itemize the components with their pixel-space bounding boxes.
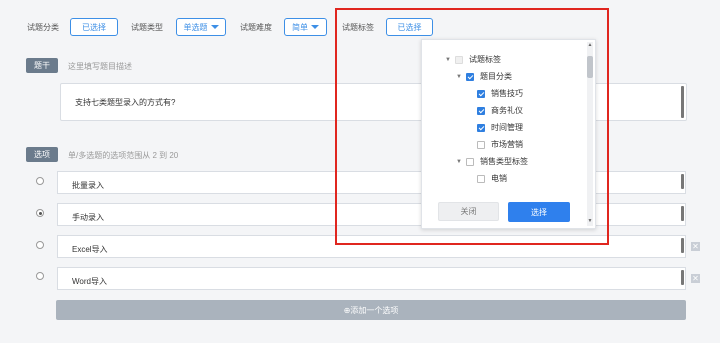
option-scrollbar-3[interactable] — [681, 238, 684, 253]
type-label: 试题类型 — [131, 23, 163, 32]
option-scrollbar-1[interactable] — [681, 174, 684, 189]
delete-option-3-icon[interactable]: ✕ — [691, 242, 700, 251]
stem-scrollbar[interactable] — [681, 86, 684, 118]
stem-content: 支持七类题型录入的方式有? — [75, 98, 176, 107]
option-text-3: Excel导入 — [72, 245, 108, 254]
options-hint: 单/多选题的选项范围从 2 到 20 — [68, 151, 179, 160]
type-dropdown[interactable]: 单选题 — [176, 18, 226, 36]
delete-option-4-icon[interactable]: ✕ — [691, 274, 700, 283]
option-text-4: Word导入 — [72, 277, 107, 286]
stem-tag: 题干 — [26, 58, 58, 73]
option-radio-4[interactable] — [36, 272, 44, 280]
stem-hint: 这里填写题目描述 — [68, 62, 132, 71]
option-radio-3[interactable] — [36, 241, 44, 249]
option-scrollbar-2[interactable] — [681, 206, 684, 221]
option-text-2: 手动录入 — [72, 213, 104, 222]
option-text-1: 批量录入 — [72, 181, 104, 190]
category-label: 试题分类 — [27, 23, 59, 32]
option-scrollbar-4[interactable] — [681, 270, 684, 285]
option-radio-1[interactable] — [36, 177, 44, 185]
add-option-button[interactable]: ⊕添加一个选项 — [56, 300, 686, 320]
chevron-down-icon — [210, 25, 219, 29]
options-tag: 选项 — [26, 147, 58, 162]
type-dropdown-value: 单选题 — [183, 22, 208, 32]
option-radio-2[interactable] — [36, 209, 44, 217]
category-select-button[interactable]: 已选择 — [70, 18, 118, 36]
chevron-down-icon — [311, 25, 319, 29]
difficulty-label: 试题难度 — [240, 23, 272, 32]
difficulty-dropdown-value: 简单 — [292, 22, 308, 32]
option-input-4[interactable]: Word导入 — [57, 267, 686, 290]
difficulty-dropdown[interactable]: 简单 — [284, 18, 327, 36]
highlight-annotation-box — [335, 8, 609, 245]
